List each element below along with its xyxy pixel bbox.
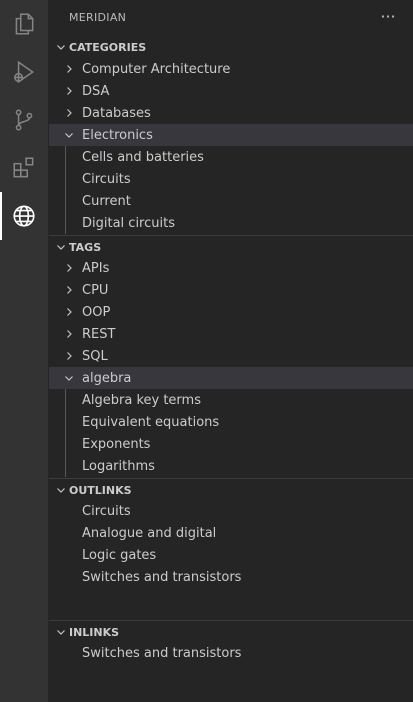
tree-item-label: Algebra key terms — [82, 392, 201, 408]
tree-item-label: SQL — [82, 348, 108, 364]
activity-bar — [0, 0, 48, 702]
chevron-down-icon — [53, 624, 69, 640]
tree-item-label: Current — [82, 193, 131, 209]
tree-item-selected[interactable]: algebra — [49, 367, 413, 389]
tree-item-label: CPU — [82, 282, 109, 298]
tree-item[interactable]: Databases — [49, 102, 413, 124]
tree-item-label: Databases — [82, 105, 151, 121]
section-title: OUTLINKS — [69, 483, 132, 497]
tree-item-label: Electronics — [82, 127, 153, 143]
chevron-right-icon — [61, 326, 77, 342]
tree-child-item[interactable]: Current — [49, 190, 413, 212]
chevron-right-icon — [61, 83, 77, 99]
tree-item-label: Circuits — [82, 171, 131, 187]
chevron-down-icon — [61, 370, 77, 386]
tree-child-item[interactable]: Algebra key terms — [49, 389, 413, 411]
section-header-inlinks[interactable]: INLINKS — [49, 620, 413, 643]
outlink-item[interactable]: Logic gates — [49, 544, 413, 566]
tree-child-item[interactable]: Exponents — [49, 433, 413, 455]
section-header-tags[interactable]: TAGS — [49, 235, 413, 258]
tree-child-item[interactable]: Logarithms — [49, 455, 413, 477]
outlink-label: Analogue and digital — [82, 525, 217, 541]
tree-item-label: Digital circuits — [82, 215, 175, 231]
tree-child-item[interactable]: Equivalent equations — [49, 411, 413, 433]
explorer-icon[interactable] — [0, 0, 48, 48]
tree-item[interactable]: SQL — [49, 345, 413, 367]
section-header-categories[interactable]: CATEGORIES — [49, 36, 413, 58]
tree-item-label: OOP — [82, 304, 111, 320]
tree-item-label: Cells and batteries — [82, 149, 204, 165]
tree-item-selected[interactable]: Electronics — [49, 124, 413, 146]
source-control-icon[interactable] — [0, 96, 48, 144]
tree-item[interactable]: OOP — [49, 301, 413, 323]
extensions-icon[interactable] — [0, 144, 48, 192]
chevron-right-icon — [61, 105, 77, 121]
tree-item-label: APIs — [82, 260, 110, 276]
sidebar: MERIDIAN ··· CATEGORIES Computer Archite… — [49, 0, 413, 702]
tree-child-item[interactable]: Cells and batteries — [49, 146, 413, 168]
tree-item[interactable]: REST — [49, 323, 413, 345]
chevron-right-icon — [61, 282, 77, 298]
chevron-right-icon — [61, 61, 77, 77]
section-title: CATEGORIES — [69, 40, 147, 54]
inlink-item[interactable]: Switches and transistors — [49, 642, 413, 664]
inlink-label: Switches and transistors — [82, 645, 242, 661]
tree-item[interactable]: CPU — [49, 279, 413, 301]
tree-item[interactable]: Computer Architecture — [49, 58, 413, 80]
chevron-down-icon — [53, 239, 69, 255]
chevron-down-icon — [53, 39, 69, 55]
chevron-right-icon — [61, 304, 77, 320]
run-debug-icon[interactable] — [0, 48, 48, 96]
tree-item-label: Equivalent equations — [82, 414, 220, 430]
outlink-label: Logic gates — [82, 547, 157, 563]
tree-item[interactable]: APIs — [49, 257, 413, 279]
section-header-outlinks[interactable]: OUTLINKS — [49, 478, 413, 501]
tree-item-label: Exponents — [82, 436, 151, 452]
outlink-item[interactable]: Analogue and digital — [49, 522, 413, 544]
chevron-down-icon — [61, 127, 77, 143]
section-title: INLINKS — [69, 625, 120, 639]
tree-item-label: Computer Architecture — [82, 61, 231, 77]
chevron-down-icon — [53, 482, 69, 498]
outlink-label: Switches and transistors — [82, 569, 242, 585]
tree-child-item[interactable]: Circuits — [49, 168, 413, 190]
chevron-right-icon — [61, 348, 77, 364]
meridian-globe-icon[interactable] — [0, 192, 48, 240]
sidebar-title: MERIDIAN — [69, 11, 127, 24]
outlink-item[interactable]: Switches and transistors — [49, 566, 413, 588]
tree-item[interactable]: DSA — [49, 80, 413, 102]
tree-item-label: REST — [82, 326, 116, 342]
tree-item-label: DSA — [82, 83, 110, 99]
tree-child-item[interactable]: Digital circuits — [49, 212, 413, 234]
chevron-right-icon — [61, 260, 77, 276]
more-actions-button[interactable]: ··· — [379, 6, 397, 28]
section-title: TAGS — [69, 240, 102, 254]
tree-item-label: Logarithms — [82, 458, 155, 474]
outlink-label: Circuits — [82, 503, 131, 519]
tree-item-label: algebra — [82, 370, 132, 386]
outlink-item[interactable]: Circuits — [49, 500, 413, 522]
